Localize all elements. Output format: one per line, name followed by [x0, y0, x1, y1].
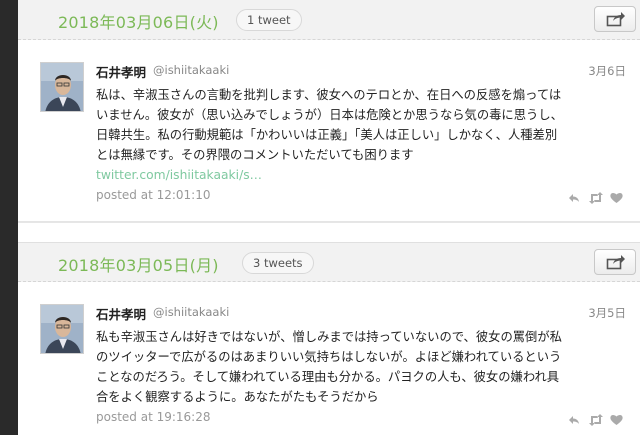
section-gap — [18, 222, 640, 242]
retweet-icon[interactable] — [588, 189, 604, 208]
tweet-link[interactable]: twitter.com/ishiitakaaki/s… — [96, 165, 626, 185]
tweet-actions — [566, 189, 626, 204]
tweet-text-line: とは無縁です。その界隈のコメントいただいても困ります — [96, 148, 414, 162]
tweet-actions — [566, 411, 626, 426]
share-icon — [606, 255, 625, 270]
tweet-date[interactable]: 3月5日 — [588, 305, 626, 321]
day-header: 2018年03月05日(月) 3 tweets — [18, 242, 640, 282]
share-button[interactable] — [594, 249, 636, 275]
avatar[interactable] — [40, 304, 84, 354]
day-header: 2018年03月06日(火) 1 tweet — [18, 0, 640, 40]
tweet-text: 私は、辛淑玉さんの言動を批判します、彼女へのテロとか、在日への反感を煽っては い… — [96, 85, 626, 185]
tweet-text-line: 日韓共生。私の行動規範は「かわいいは正義」「美人は正しい」しかなく、人種差別 — [96, 128, 558, 142]
author-name[interactable]: 石井孝明 — [96, 304, 146, 323]
author-handle[interactable]: @ishiitakaaki — [153, 305, 229, 319]
tweet-text: 私も辛淑玉さんは好きではないが、憎しみまでは持っていないので、彼女の罵倒が私 の… — [96, 327, 626, 407]
day-section: 2018年03月05日(月) 3 tweets 石井孝明 @ishiitakaa… — [18, 242, 640, 435]
author-handle[interactable]: @ishiitakaaki — [153, 63, 229, 77]
share-icon — [606, 12, 625, 27]
posted-time[interactable]: posted at 19:16:28 — [96, 410, 211, 424]
share-button[interactable] — [594, 6, 636, 32]
tweet: 石井孝明 @ishiitakaaki 3月6日 私は、辛淑玉さんの言動を批判しま… — [18, 62, 640, 212]
tweet-text-line: のツイッターで広がるのはあまりいい気持ちはしないが。よほど嫌われているという — [96, 350, 562, 364]
tweet-text-line: いません。彼女が（思い込みでしょうが）日本は危険とか思うなら気の毒に思うし、 — [96, 108, 563, 122]
like-icon[interactable] — [610, 189, 623, 208]
tweet-text-line: 私は、辛淑玉さんの言動を批判します、彼女へのテロとか、在日への反感を煽っては — [96, 88, 562, 102]
tweet-date[interactable]: 3月6日 — [588, 63, 626, 79]
day-section: 2018年03月06日(火) 1 tweet 石井孝明 @ishiitakaak… — [18, 0, 640, 222]
tweet-text-line: 私も辛淑玉さんは好きではないが、憎しみまでは持っていないので、彼女の罵倒が私 — [96, 330, 562, 344]
tweet: 石井孝明 @ishiitakaaki 3月5日 私も辛淑玉さんは好きではないが、… — [18, 304, 640, 434]
tweet-count-badge[interactable]: 1 tweet — [236, 9, 302, 31]
reply-icon[interactable] — [568, 411, 580, 430]
like-icon[interactable] — [610, 411, 623, 430]
avatar[interactable] — [40, 62, 84, 112]
tweet-archive-page: 2018年03月06日(火) 1 tweet 石井孝明 @ishiitakaak… — [18, 0, 640, 435]
tweet-count-badge[interactable]: 3 tweets — [242, 252, 314, 274]
posted-time[interactable]: posted at 12:01:10 — [96, 188, 211, 202]
retweet-icon[interactable] — [588, 411, 604, 430]
reply-icon[interactable] — [568, 189, 580, 208]
author-name[interactable]: 石井孝明 — [96, 62, 146, 81]
day-date[interactable]: 2018年03月05日(月) — [58, 252, 219, 276]
tweet-text-line: 合をよく観察するように。あなたがたもそうだから — [96, 390, 379, 404]
day-date[interactable]: 2018年03月06日(火) — [58, 9, 219, 33]
tweet-text-line: ことなのだろう。そして嫌われている理由も分かる。パヨクの人も、彼女の嫌われ具 — [96, 370, 560, 384]
